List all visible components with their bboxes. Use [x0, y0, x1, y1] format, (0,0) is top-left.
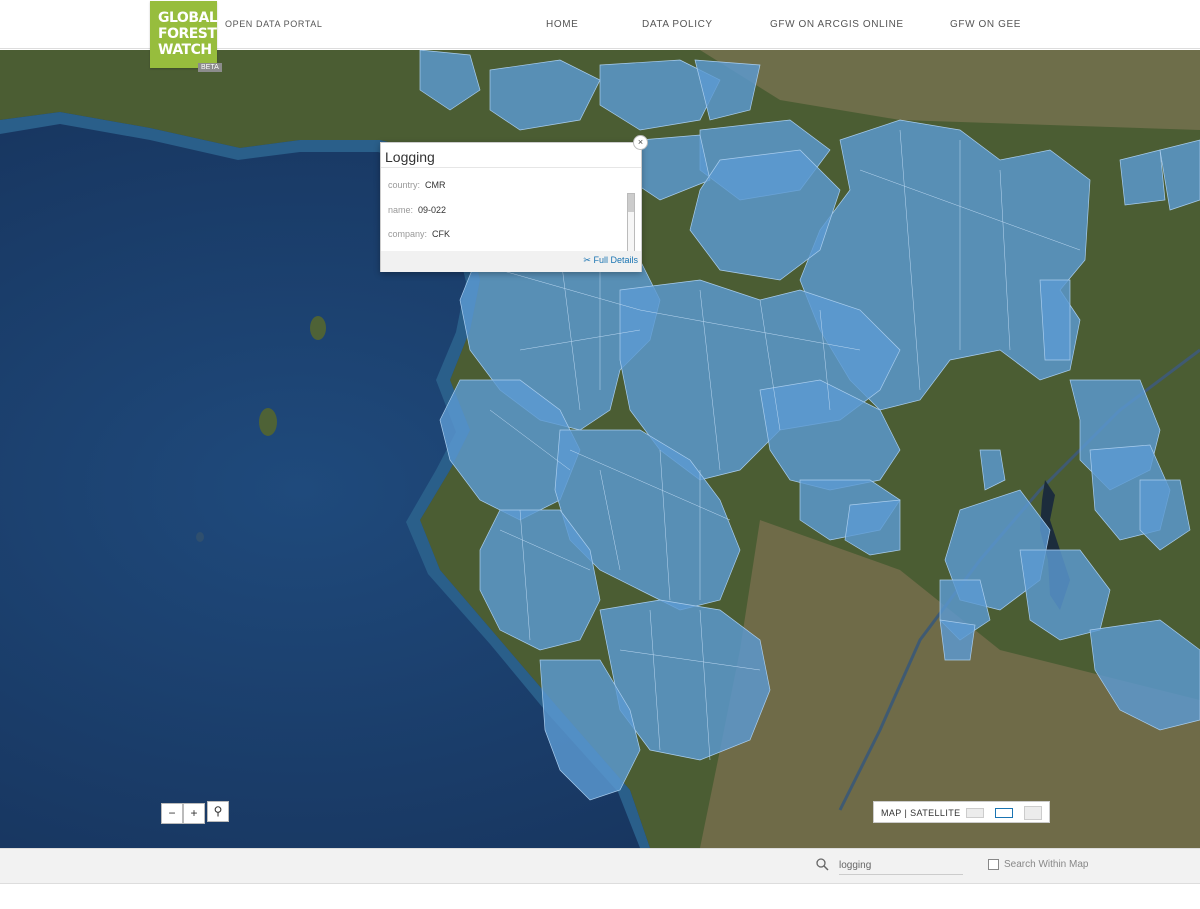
basemap-switcher: MAP | SATELLITE [873, 801, 1050, 823]
nav-gfw-gee[interactable]: GFW ON GEE [950, 19, 1021, 30]
search-bar: Search Within Map [0, 848, 1200, 884]
popup-field-key: country: [388, 180, 421, 190]
logo-line-1: GLOBAL [158, 10, 218, 26]
zoom-in-button[interactable]: + [183, 803, 205, 824]
basemap-option-map[interactable] [966, 808, 984, 818]
feature-popup: Logging country: CMR name: 09-022 company:… [380, 142, 642, 272]
search-within-map-checkbox[interactable] [988, 859, 999, 870]
popup-title: Logging [385, 149, 435, 165]
scrollbar-thumb[interactable] [628, 194, 634, 212]
basemap-option-satellite[interactable] [995, 808, 1013, 818]
popup-footer: ✂ Full Details [381, 251, 641, 272]
popup-field-key: company: [388, 229, 428, 239]
popup-field-value: 09-022 [418, 205, 447, 215]
basemap-option-gray[interactable] [1024, 806, 1042, 820]
popup-field-name: name: 09-022 [388, 205, 446, 215]
map-search-button[interactable]: ⚲ [207, 801, 229, 822]
zoom-out-button[interactable]: − [161, 803, 183, 824]
popup-body[interactable]: country: CMR name: 09-022 company: CFK [381, 167, 641, 267]
gfw-logo[interactable]: GLOBAL FOREST WATCH [150, 1, 218, 68]
popup-field-value: CFK [432, 229, 451, 239]
popup-close-button[interactable]: × [633, 135, 648, 150]
portal-label: OPEN DATA PORTAL [225, 19, 323, 29]
nav-gfw-arcgis[interactable]: GFW ON ARCGIS ONLINE [770, 19, 904, 30]
beta-badge: BETA [198, 63, 222, 72]
logo-line-2: FOREST [158, 26, 217, 42]
island-principe [259, 408, 277, 436]
scissors-icon: ✂ [583, 255, 591, 265]
full-details-label: Full Details [593, 255, 638, 265]
basemap-label: MAP | SATELLITE [881, 808, 961, 818]
search-input[interactable] [839, 857, 963, 875]
nav-home[interactable]: HOME [546, 19, 578, 30]
popup-field-company: company: CFK [388, 229, 450, 239]
magnifier-icon [816, 858, 829, 871]
popup-field-key: name: [388, 205, 414, 215]
nav-data-policy[interactable]: DATA POLICY [642, 19, 713, 30]
popup-field-value: CMR [425, 180, 446, 190]
top-bar: GLOBAL FOREST WATCH OPEN DATA PORTAL HOM… [0, 0, 1200, 68]
logo-line-3: WATCH [158, 42, 212, 58]
search-within-map-label[interactable]: Search Within Map [1004, 859, 1088, 870]
popup-field-country: country: CMR [388, 180, 446, 190]
island-bioko [310, 316, 326, 340]
island-small [196, 532, 204, 542]
full-details-link[interactable]: ✂ Full Details [583, 255, 638, 266]
magnifier-icon: ⚲ [213, 804, 223, 818]
